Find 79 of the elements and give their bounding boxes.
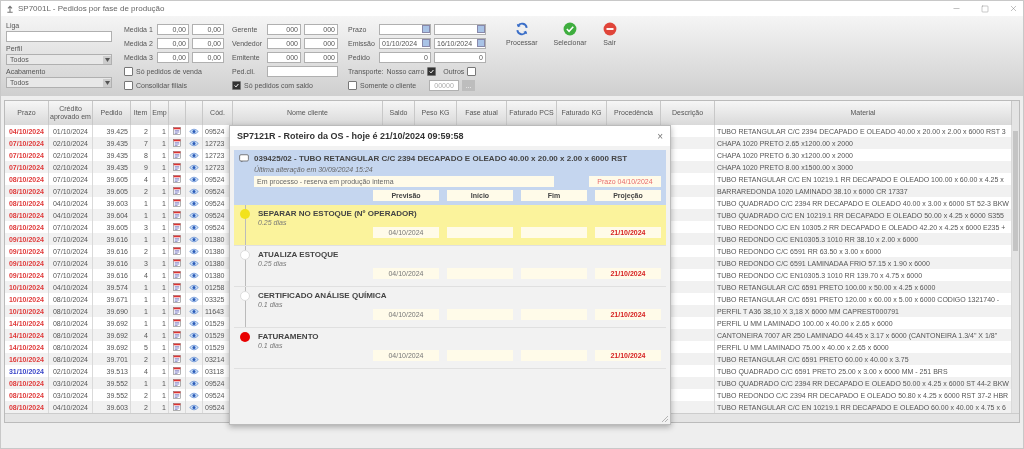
document-icon[interactable] bbox=[173, 139, 181, 147]
document-icon[interactable] bbox=[173, 235, 181, 243]
eye-icon[interactable] bbox=[189, 295, 199, 303]
checkbox[interactable] bbox=[427, 66, 437, 76]
stop-icon bbox=[602, 22, 617, 36]
step-name: FATURAMENTO bbox=[258, 332, 320, 341]
eye-icon[interactable] bbox=[189, 331, 199, 339]
check-icon bbox=[563, 22, 578, 36]
document-icon[interactable] bbox=[173, 283, 181, 291]
date-field bbox=[447, 227, 513, 238]
eye-icon[interactable] bbox=[189, 271, 199, 279]
dialog-title: SP7121R - Roteiro da OS - hoje é 21/10/2024 09:59:58 bbox=[237, 131, 464, 141]
document-icon[interactable] bbox=[173, 379, 181, 387]
document-icon[interactable] bbox=[173, 259, 181, 267]
comment-icon bbox=[239, 154, 249, 163]
step-name: SEPARAR NO ESTOQUE (Nº OPERADOR) bbox=[258, 209, 418, 218]
eye-icon[interactable] bbox=[189, 223, 199, 231]
order-title: 039425/02 - TUBO RETANGULAR C/C 2394 DECAPADO E OLEADO 40.00 x 20.00 x 2.00 x 6000 RST bbox=[254, 154, 628, 163]
document-icon[interactable] bbox=[173, 271, 181, 279]
document-icon[interactable] bbox=[173, 355, 181, 363]
eye-icon[interactable] bbox=[189, 319, 199, 327]
eye-icon[interactable] bbox=[189, 139, 199, 147]
checkmark-icon bbox=[429, 68, 435, 74]
document-icon[interactable] bbox=[173, 127, 181, 135]
document-icon[interactable] bbox=[173, 319, 181, 327]
eye-icon[interactable] bbox=[189, 127, 199, 135]
caret-icon bbox=[104, 80, 110, 85]
eye-icon[interactable] bbox=[189, 355, 199, 363]
date-field[interactable] bbox=[434, 23, 486, 35]
document-icon[interactable] bbox=[173, 199, 181, 207]
eye-icon[interactable] bbox=[189, 247, 199, 255]
eye-icon[interactable] bbox=[189, 403, 199, 411]
document-icon[interactable] bbox=[173, 307, 181, 315]
document-icon[interactable] bbox=[173, 367, 181, 375]
checkbox[interactable] bbox=[124, 80, 133, 90]
document-icon[interactable] bbox=[173, 331, 181, 339]
document-icon[interactable] bbox=[173, 391, 181, 399]
eye-icon[interactable] bbox=[189, 259, 199, 267]
eye-icon[interactable] bbox=[189, 211, 199, 219]
resize-grip-icon[interactable] bbox=[662, 416, 668, 422]
eye-icon[interactable] bbox=[189, 379, 199, 387]
scrollbar[interactable] bbox=[1011, 101, 1019, 413]
document-icon[interactable] bbox=[173, 211, 181, 219]
document-icon[interactable] bbox=[173, 223, 181, 231]
app-icon bbox=[6, 4, 14, 13]
document-icon[interactable] bbox=[173, 247, 181, 255]
date-field bbox=[521, 227, 587, 238]
eye-icon[interactable] bbox=[189, 199, 199, 207]
eye-icon[interactable] bbox=[189, 175, 199, 183]
checkbox[interactable] bbox=[124, 66, 133, 76]
document-icon[interactable] bbox=[173, 187, 181, 195]
eye-icon[interactable] bbox=[189, 151, 199, 159]
input-field[interactable] bbox=[267, 65, 338, 77]
checkbox[interactable] bbox=[467, 66, 477, 76]
input-field[interactable] bbox=[6, 31, 112, 42]
document-icon[interactable] bbox=[173, 151, 181, 159]
eye-icon[interactable] bbox=[189, 391, 199, 399]
step-name: ATUALIZA ESTOQUE bbox=[258, 250, 340, 259]
document-icon[interactable] bbox=[173, 403, 181, 411]
document-icon[interactable] bbox=[173, 163, 181, 171]
refresh-icon bbox=[514, 22, 529, 36]
document-icon[interactable] bbox=[173, 175, 181, 183]
window-title: SP7001L - Pedidos por fase de produção bbox=[18, 4, 166, 13]
eye-icon[interactable] bbox=[189, 163, 199, 171]
date-field[interactable] bbox=[379, 23, 431, 35]
checkbox[interactable] bbox=[348, 80, 357, 90]
caret-icon bbox=[104, 57, 110, 62]
eye-icon[interactable] bbox=[189, 283, 199, 291]
checkmark-icon bbox=[234, 82, 239, 88]
document-icon[interactable] bbox=[173, 343, 181, 351]
eye-icon[interactable] bbox=[189, 343, 199, 351]
close-button[interactable]: × bbox=[657, 130, 663, 142]
eye-icon[interactable] bbox=[189, 367, 199, 375]
checkbox[interactable] bbox=[232, 80, 241, 90]
eye-icon[interactable] bbox=[189, 235, 199, 243]
step-name: CERTIFICADO ANÁLISE QUÍMICA bbox=[258, 291, 388, 300]
eye-icon[interactable] bbox=[189, 187, 199, 195]
document-icon[interactable] bbox=[173, 295, 181, 303]
eye-icon[interactable] bbox=[189, 307, 199, 315]
